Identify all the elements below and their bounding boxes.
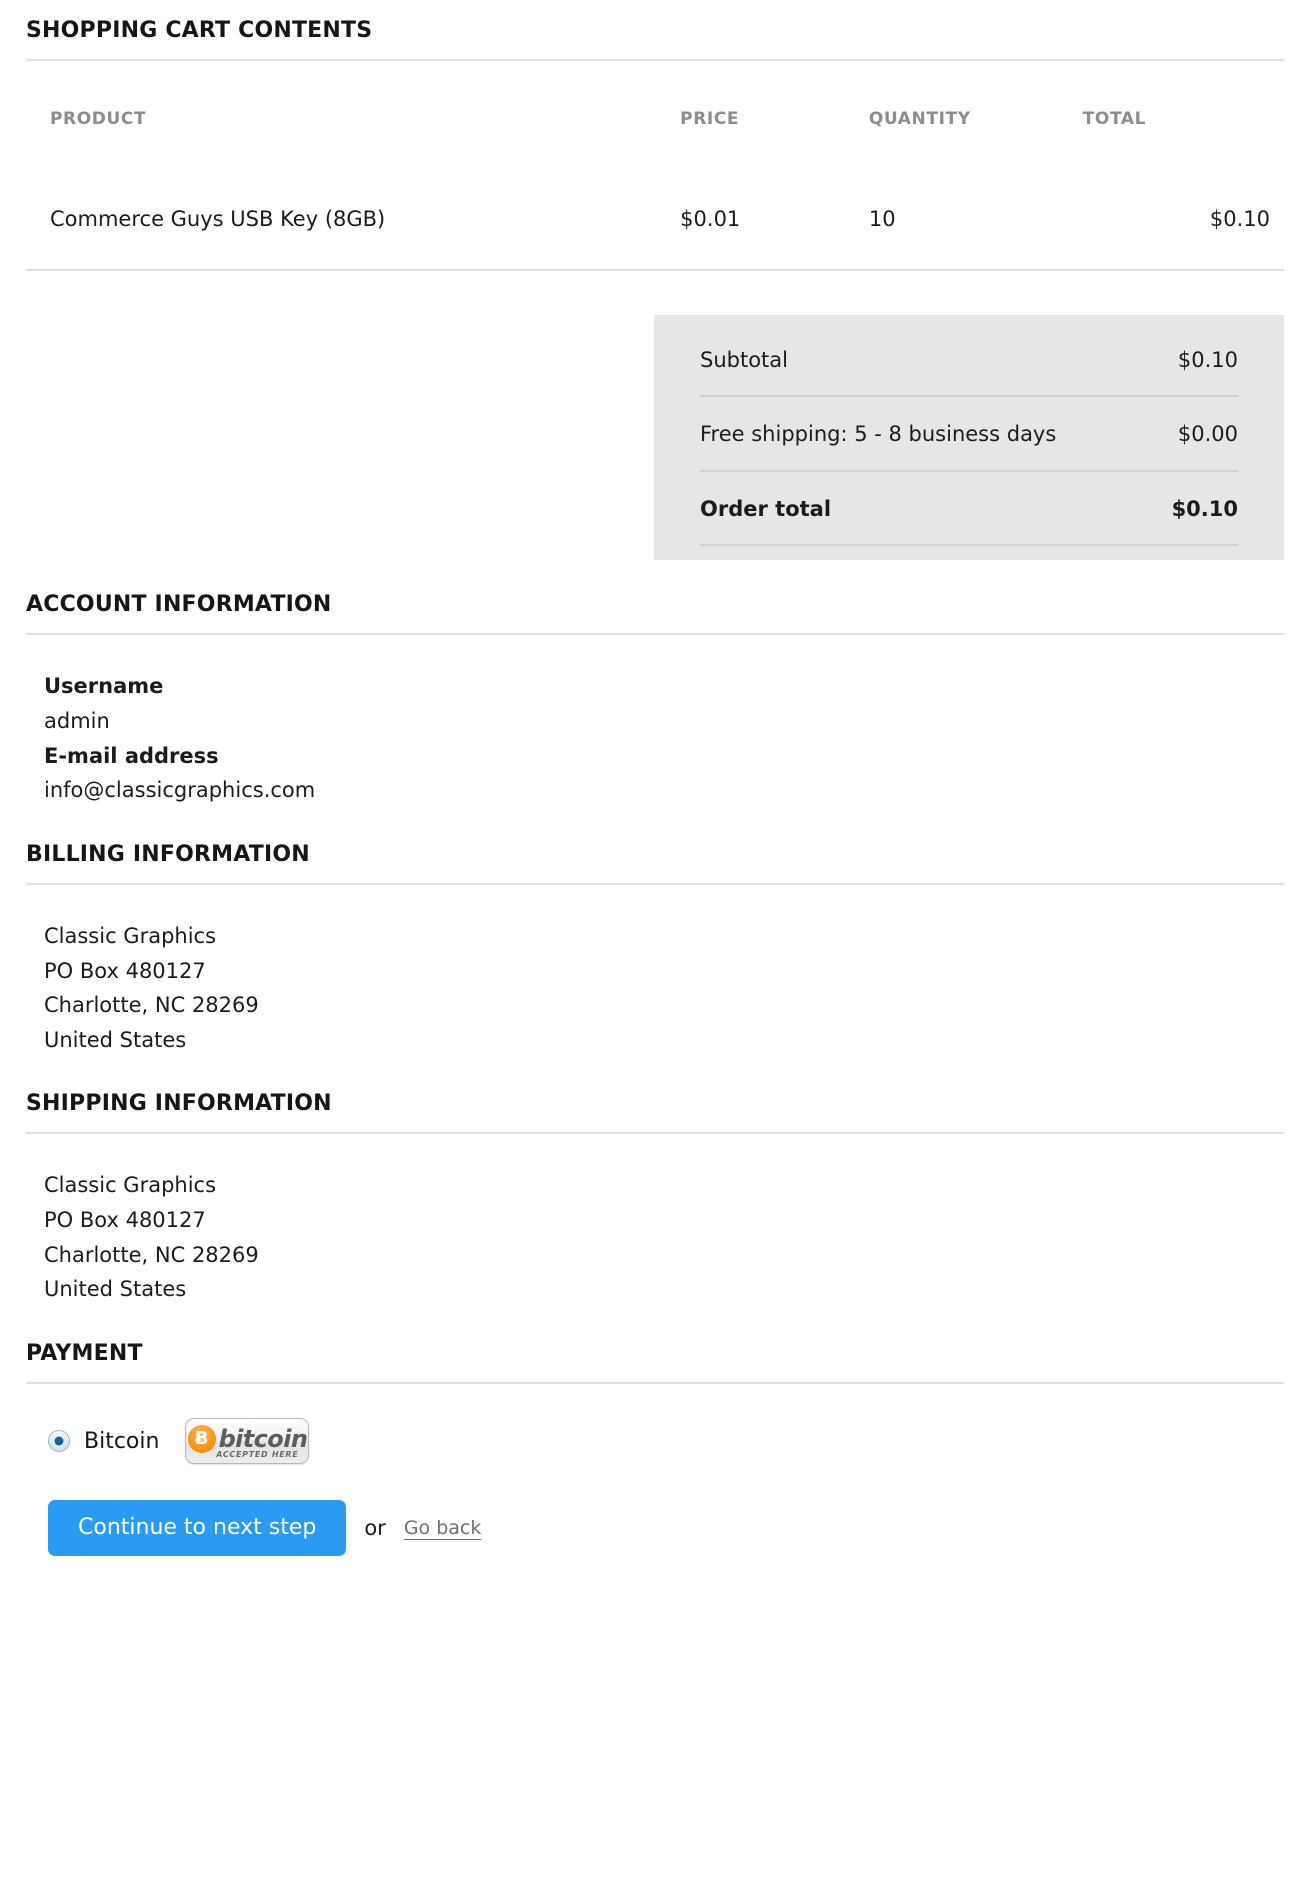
or-separator-label: or — [364, 1516, 386, 1540]
account-email-value: info@classicgraphics.com — [44, 778, 316, 803]
billing-line-2: PO Box 480127 — [44, 958, 206, 983]
cart-table-body: Commerce Guys USB Key (8GB) $0.01 10 $0.… — [26, 169, 1284, 271]
account-username-label: Username — [44, 674, 164, 699]
go-back-link[interactable]: Go back — [404, 1517, 482, 1539]
cart-header-row: PRODUCT PRICE QUANTITY TOTAL — [26, 67, 1284, 169]
cell-product-price: $0.01 — [680, 169, 869, 271]
cell-product-name: Commerce Guys USB Key (8GB) — [26, 169, 681, 271]
cart-table-header: PRODUCT PRICE QUANTITY TOTAL — [26, 67, 1284, 169]
cart-table: PRODUCT PRICE QUANTITY TOTAL Commerce Gu… — [26, 67, 1284, 271]
shipping-line-2: PO Box 480127 — [44, 1208, 206, 1233]
cell-product-total: $0.10 — [1082, 169, 1284, 271]
bitcoin-coin-icon: Ƀ — [187, 1425, 216, 1453]
bottom-spacer — [26, 1596, 1284, 1604]
table-row: Commerce Guys USB Key (8GB) $0.01 10 $0.… — [26, 169, 1284, 271]
checkout-review-page: SHOPPING CART CONTENTS PRODUCT PRICE QUA… — [0, 0, 1310, 1604]
payment-methods: Bitcoin Ƀ bitcoin ACCEPTED HERE — [26, 1384, 1284, 1464]
form-actions: Continue to next step or Go back — [26, 1464, 1284, 1596]
cell-product-quantity: 10 — [868, 169, 1083, 271]
summary-order-total-label: Order total — [700, 496, 832, 521]
bitcoin-badge-content: Ƀ bitcoin — [187, 1425, 308, 1453]
summary-order-total-value: $0.10 — [1171, 496, 1238, 521]
account-info-block: Username admin E-mail address info@class… — [26, 635, 1284, 820]
shipping-section-heading: SHIPPING INFORMATION — [26, 1069, 1284, 1135]
account-username-value: admin — [44, 708, 110, 733]
radio-selected-icon[interactable] — [48, 1430, 70, 1452]
shipping-info-block: Classic Graphics PO Box 480127 Charlotte… — [26, 1134, 1284, 1319]
account-email-label: E-mail address — [44, 743, 219, 768]
summary-subtotal-value: $0.10 — [1177, 348, 1238, 372]
bitcoin-wordmark: bitcoin — [218, 1425, 308, 1453]
cart-table-wrapper: PRODUCT PRICE QUANTITY TOTAL Commerce Gu… — [26, 61, 1284, 271]
summary-row-subtotal: Subtotal $0.10 — [700, 323, 1238, 398]
order-summary-box: Subtotal $0.10 Free shipping: 5 - 8 busi… — [654, 315, 1284, 561]
continue-to-next-step-button[interactable]: Continue to next step — [48, 1500, 347, 1556]
summary-subtotal-label: Subtotal — [700, 348, 788, 372]
shipping-line-3: Charlotte, NC 28269 — [44, 1242, 259, 1267]
bitcoin-accepted-here-badge-icon: Ƀ bitcoin ACCEPTED HERE — [185, 1418, 310, 1464]
summary-row-order-total: Order total $0.10 — [700, 472, 1238, 547]
payment-option-bitcoin[interactable]: Bitcoin Ƀ bitcoin ACCEPTED HERE — [48, 1418, 1284, 1464]
payment-section-heading: PAYMENT — [26, 1319, 1284, 1384]
shipping-line-1: Classic Graphics — [44, 1173, 217, 1198]
summary-shipping-label: Free shipping: 5 - 8 business days — [700, 422, 1057, 447]
payment-option-label: Bitcoin — [84, 1428, 160, 1454]
bitcoin-badge-tagline: ACCEPTED HERE — [216, 1450, 299, 1459]
shipping-line-4: United States — [44, 1277, 187, 1302]
order-summary-zone: Subtotal $0.10 Free shipping: 5 - 8 busi… — [26, 271, 1284, 570]
cart-section-heading: SHOPPING CART CONTENTS — [26, 0, 1284, 61]
billing-line-1: Classic Graphics — [44, 923, 217, 948]
account-section-heading: ACCOUNT INFORMATION — [26, 570, 1284, 636]
billing-section-heading: BILLING INFORMATION — [26, 820, 1284, 885]
column-header-quantity: QUANTITY — [868, 109, 971, 129]
summary-shipping-value: $0.00 — [1177, 422, 1238, 447]
billing-info-block: Classic Graphics PO Box 480127 Charlotte… — [26, 885, 1284, 1070]
billing-line-4: United States — [44, 1027, 187, 1052]
column-header-price: PRICE — [680, 109, 740, 129]
column-header-total: TOTAL — [1082, 109, 1147, 129]
column-header-product: PRODUCT — [50, 109, 147, 129]
billing-line-3: Charlotte, NC 28269 — [44, 993, 259, 1018]
summary-row-shipping: Free shipping: 5 - 8 business days $0.00 — [700, 397, 1238, 472]
